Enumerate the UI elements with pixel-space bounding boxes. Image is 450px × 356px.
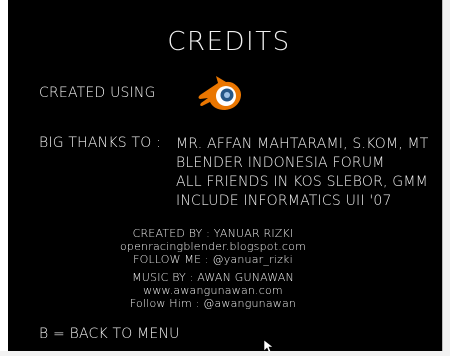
big-thanks-list: MR. AFFAN MAHTARAMI, S.KOM, MT BLENDER I…	[176, 135, 429, 211]
credits-screen: CREDITS CREATED USING BIG THANKS TO : MR…	[8, 0, 450, 356]
big-thanks-label: BIG THANKS TO :	[39, 135, 161, 151]
back-to-menu-hint[interactable]: B = BACK TO MENU	[39, 326, 180, 342]
window-edge-right	[442, 0, 450, 356]
music-site: www.awangunawan.com	[143, 284, 283, 297]
music-credits: MUSIC BY : AWAN GUNAWAN www.awangunawan.…	[0, 271, 434, 310]
created-by-text: CREATED BY : YANUAR RIZKI	[132, 227, 294, 240]
created-using-label: CREATED USING	[39, 85, 156, 101]
music-by-text: MUSIC BY : AWAN GUNAWAN	[132, 271, 294, 284]
follow-him-text: Follow Him : @awangunawan	[129, 297, 297, 310]
thanks-item: ALL FRIENDS IN KOS SLEBOR, GMM	[176, 174, 428, 190]
thanks-item: BLENDER INDONESIA FORUM	[176, 155, 385, 171]
window-edge-bottom	[0, 351, 450, 356]
follow-me-text: FOLLOW ME : @yanuar_rizki	[133, 253, 293, 266]
created-by-site: openracingblender.blogspot.com	[119, 240, 307, 253]
blender-logo-icon	[198, 76, 241, 110]
credits-title: CREDITS	[167, 27, 291, 57]
thanks-item: MR. AFFAN MAHTARAMI, S.KOM, MT	[176, 136, 429, 152]
creator-credits: CREATED BY : YANUAR RIZKI openracingblen…	[0, 227, 434, 266]
thanks-item: INCLUDE INFORMATICS UII '07	[176, 193, 392, 209]
